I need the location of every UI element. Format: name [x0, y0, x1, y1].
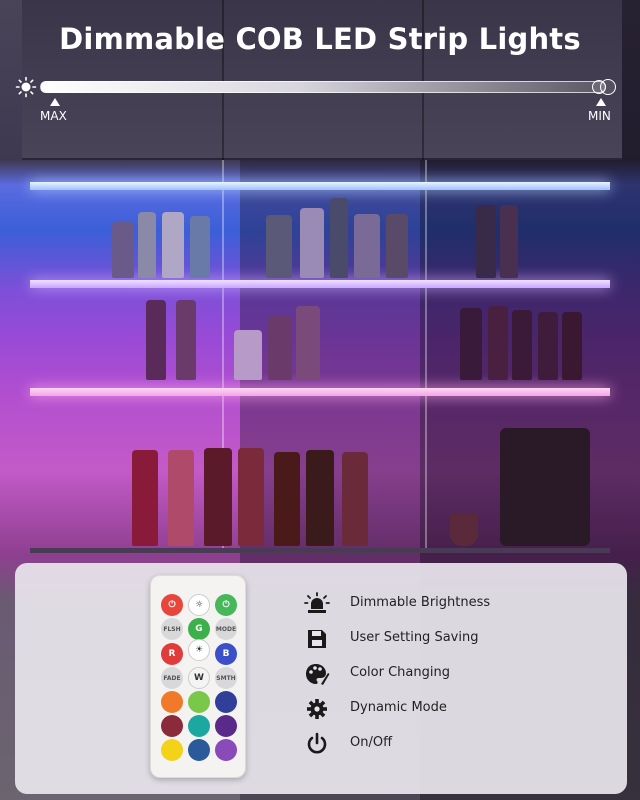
feature-dimmable-brightness: Dimmable Brightness	[304, 592, 490, 616]
feature-label: Color Changing	[350, 665, 450, 680]
palette-icon	[306, 664, 330, 685]
bottle	[132, 450, 158, 546]
max-label: MAX	[40, 109, 67, 123]
floppy-disk-icon	[308, 630, 326, 648]
remote-control: ⏻ ☼ ⏻ FLSH G MODE R ☀ B FADE W SMTH	[150, 575, 246, 778]
slider-knob-end	[600, 79, 616, 95]
bottle	[512, 310, 532, 380]
max-marker-icon	[50, 98, 60, 106]
blue-button[interactable]: B	[215, 643, 237, 665]
power-icon	[307, 732, 327, 754]
page-title: Dimmable COB LED Strip Lights	[59, 22, 581, 56]
bottle	[386, 214, 408, 278]
bottle	[562, 312, 582, 380]
bottle	[168, 450, 194, 546]
led-strip-middle	[30, 280, 610, 288]
led-strip-bottom	[30, 388, 610, 396]
flash-button[interactable]: FLSH	[161, 618, 183, 640]
bottle	[266, 215, 292, 278]
glass	[450, 514, 478, 546]
min-marker-icon	[596, 98, 606, 106]
bottle	[204, 448, 232, 546]
bottle	[476, 205, 496, 278]
feature-label: Dimmable Brightness	[350, 595, 491, 610]
bottle	[176, 300, 196, 380]
red-button[interactable]: R	[161, 643, 183, 665]
alarm-light-icon	[304, 592, 330, 613]
feature-user-setting-saving: User Setting Saving	[304, 627, 478, 651]
feature-label: On/Off	[350, 735, 393, 750]
color-teal-button[interactable]	[188, 715, 210, 737]
bottle	[354, 214, 380, 278]
color-maroon-button[interactable]	[161, 715, 183, 737]
bottle	[190, 216, 210, 278]
bottle	[146, 300, 166, 380]
color-orange-button[interactable]	[161, 691, 183, 713]
shelf-divider	[425, 160, 427, 552]
counter-edge	[30, 548, 610, 553]
mode-button[interactable]: MODE	[215, 618, 237, 640]
smooth-button[interactable]: SMTH	[215, 667, 237, 689]
color-steel-blue-button[interactable]	[188, 739, 210, 761]
bottle	[342, 452, 368, 546]
min-label: MIN	[588, 109, 611, 123]
power-off-button[interactable]: ⏻	[161, 594, 183, 616]
color-dark-blue-button[interactable]	[215, 691, 237, 713]
bottle	[162, 212, 184, 278]
bottle	[300, 208, 324, 278]
color-yellow-button[interactable]	[161, 739, 183, 761]
feature-on-off: On/Off	[304, 732, 392, 756]
bottle	[500, 205, 518, 278]
white-button[interactable]: W	[188, 667, 210, 689]
bottle	[488, 306, 508, 380]
bottle	[538, 312, 558, 380]
bottle	[330, 198, 348, 278]
bottle	[238, 448, 264, 546]
color-light-green-button[interactable]	[188, 691, 210, 713]
brightness-up-button[interactable]: ☼	[188, 594, 210, 616]
bottle	[268, 316, 292, 380]
feature-label: User Setting Saving	[350, 630, 479, 645]
bottle	[296, 306, 320, 380]
coffee-machine	[500, 428, 590, 546]
bottle	[234, 330, 262, 380]
led-strip-top	[30, 182, 610, 190]
brightness-slider-track[interactable]	[40, 81, 606, 93]
feature-label: Dynamic Mode	[350, 700, 447, 715]
bottle	[112, 222, 134, 278]
fade-button[interactable]: FADE	[161, 667, 183, 689]
power-on-button[interactable]: ⏻	[215, 594, 237, 616]
sun-icon	[15, 76, 37, 98]
color-purple-button[interactable]	[215, 715, 237, 737]
brightness-down-button[interactable]: ☀	[188, 639, 210, 661]
bottle	[460, 308, 482, 380]
feature-dynamic-mode: Dynamic Mode	[304, 697, 447, 721]
bottle	[138, 212, 156, 278]
bottle	[274, 452, 300, 546]
green-button[interactable]: G	[188, 618, 210, 640]
bottle	[306, 450, 334, 546]
gear-icon	[307, 699, 327, 719]
color-violet-button[interactable]	[215, 739, 237, 761]
feature-color-changing: Color Changing	[304, 662, 450, 686]
